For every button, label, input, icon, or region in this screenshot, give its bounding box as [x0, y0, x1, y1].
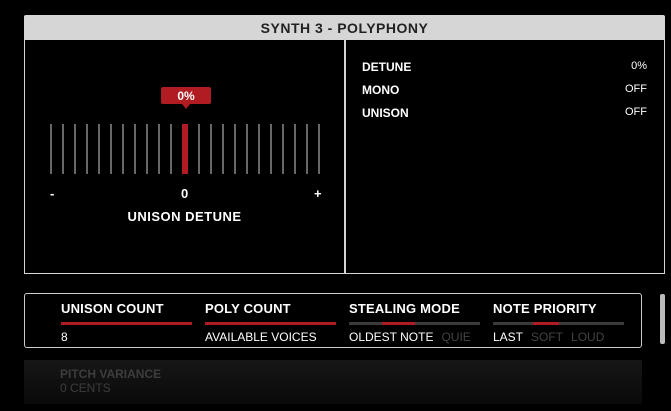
detune-center-label: 0 — [181, 186, 189, 201]
param-unison: UNISON OFF — [362, 106, 647, 120]
stealing-option-oldest-note[interactable]: OLDEST NOTE — [349, 330, 433, 344]
unison-count-title: UNISON COUNT — [61, 301, 164, 316]
detune-indicator — [182, 124, 188, 174]
param-detune-value: 0% — [631, 60, 647, 72]
pitch-variance-section[interactable]: PITCH VARIANCE 0 CENTS — [24, 360, 642, 404]
stealing-mode-options: OLDEST NOTE QUIE — [349, 330, 479, 344]
unison-count-value: 8 — [61, 330, 68, 344]
detune-minus-label: - — [50, 186, 55, 201]
param-mono: MONO OFF — [362, 83, 647, 97]
poly-count-bar — [205, 322, 336, 325]
tab-poly-count[interactable]: POLY COUNT AVAILABLE VOICES — [195, 294, 339, 347]
poly-count-title: POLY COUNT — [205, 301, 291, 316]
param-detune-label: DETUNE — [362, 60, 412, 74]
stealing-option-quiet[interactable]: QUIE — [441, 330, 470, 344]
param-mono-value: OFF — [625, 83, 647, 95]
poly-count-value: AVAILABLE VOICES — [205, 330, 317, 344]
tab-stealing-mode[interactable]: STEALING MODE OLDEST NOTE QUIE — [339, 294, 483, 347]
detune-plus-label: + — [314, 186, 322, 201]
tab-unison-count[interactable]: UNISON COUNT 8 — [51, 294, 195, 347]
unison-detune-control[interactable]: 0% - 0 + UNISON DETUNE — [25, 40, 344, 273]
priority-option-last[interactable]: LAST — [493, 330, 523, 344]
param-mono-label: MONO — [362, 83, 400, 97]
detune-caption: UNISON DETUNE — [127, 209, 242, 224]
pitch-variance-title: PITCH VARIANCE — [60, 367, 162, 381]
unison-count-bar — [61, 322, 192, 325]
polyphony-tabs: UNISON COUNT 8 POLY COUNT AVAILABLE VOIC… — [24, 293, 642, 348]
detune-tick-scale[interactable] — [25, 40, 344, 273]
panel-title: SYNTH 3 - POLYPHONY — [24, 15, 665, 40]
pitch-variance-value: 0 CENTS — [60, 381, 111, 395]
stealing-mode-title: STEALING MODE — [349, 301, 460, 316]
note-priority-title: NOTE PRIORITY — [493, 301, 597, 316]
param-unison-value: OFF — [625, 106, 647, 118]
scrollbar-thumb[interactable] — [660, 294, 665, 344]
polyphony-panel: 0% - 0 + UNISON DETUNE DETUNE 0% MONO OF… — [24, 40, 665, 274]
note-priority-bar — [493, 322, 624, 325]
priority-option-loud[interactable]: LOUD — [571, 330, 604, 344]
stealing-mode-bar — [349, 322, 480, 325]
priority-option-soft[interactable]: SOFT — [531, 330, 563, 344]
param-detune: DETUNE 0% — [362, 60, 647, 74]
panel-divider — [344, 40, 346, 273]
note-priority-options: LAST SOFT LOUD — [493, 330, 612, 344]
param-unison-label: UNISON — [362, 106, 409, 120]
tab-note-priority[interactable]: NOTE PRIORITY LAST SOFT LOUD — [483, 294, 627, 347]
